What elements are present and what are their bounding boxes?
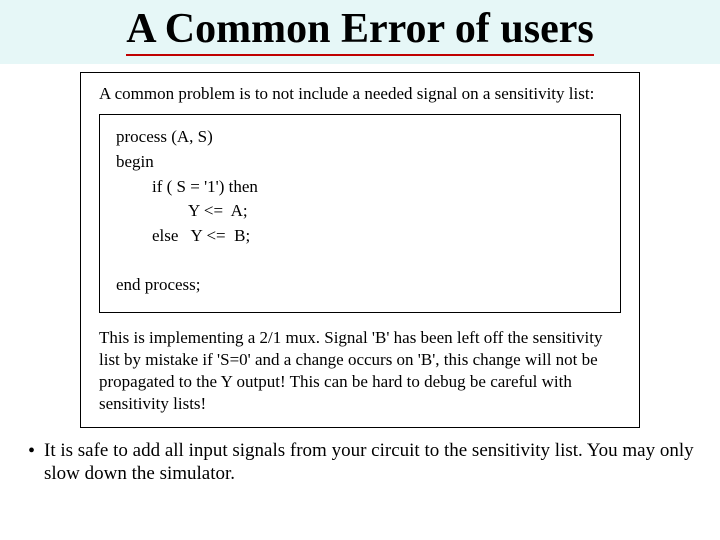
code-line: process (A, S) bbox=[116, 125, 604, 150]
code-line bbox=[116, 248, 604, 273]
slide-title: A Common Error of users bbox=[126, 7, 593, 55]
content-frame: A common problem is to not include a nee… bbox=[80, 72, 640, 428]
bullet-text: It is safe to add all input signals from… bbox=[44, 440, 706, 486]
bullet-list: • It is safe to add all input signals fr… bbox=[0, 432, 720, 486]
code-line: end process; bbox=[116, 273, 604, 298]
bullet-dot-icon: • bbox=[28, 440, 44, 462]
title-bar: A Common Error of users bbox=[0, 0, 720, 64]
code-box: process (A, S) begin if ( S = '1') then … bbox=[99, 114, 621, 312]
intro-text: A common problem is to not include a nee… bbox=[99, 83, 621, 104]
bullet-item: • It is safe to add all input signals fr… bbox=[28, 440, 706, 486]
code-line: Y <= A; bbox=[116, 199, 604, 224]
code-line: else Y <= B; bbox=[116, 224, 604, 249]
code-line: begin bbox=[116, 150, 604, 175]
code-line: if ( S = '1') then bbox=[116, 175, 604, 200]
explanation-text: This is implementing a 2/1 mux. Signal '… bbox=[99, 327, 621, 415]
